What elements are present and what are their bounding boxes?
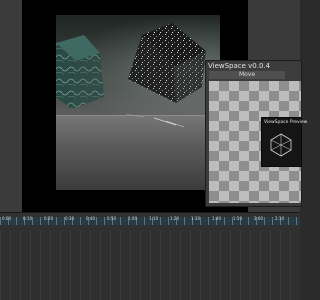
viewspace-preview[interactable]: ViewSpace Preview [261, 117, 307, 167]
left-panel-strip [0, 0, 22, 212]
ruler-label: 0:40 [86, 216, 95, 221]
ruler-label: 0:50 [107, 216, 116, 221]
ruler-label: 1:30 [191, 216, 200, 221]
marble-cube [56, 35, 104, 109]
hexagon-icon [270, 133, 292, 157]
light-streaks [125, 113, 185, 128]
ruler-label: 0:10 [23, 216, 32, 221]
timeline-tracks[interactable] [0, 231, 300, 300]
scene-objects [56, 23, 206, 128]
ruler-label: 0:20 [44, 216, 53, 221]
ruler-label: 1:10 [149, 216, 158, 221]
scene-render[interactable] [56, 15, 220, 190]
ruler-label: 2:10 [275, 216, 284, 221]
ruler-label: 1:20 [170, 216, 179, 221]
speckled-cube [128, 23, 206, 103]
ruler-label: 1:00 [128, 216, 137, 221]
ruler-label: 0:00 [2, 216, 11, 221]
ruler-label: 1:50 [233, 216, 242, 221]
ruler-label: 2:00 [254, 216, 263, 221]
ruler-label: 1:40 [212, 216, 221, 221]
preview-title: ViewSpace Preview [264, 120, 308, 125]
viewspace-title: ViewSpace v0.0.4 [208, 62, 271, 70]
timeline-ruler[interactable]: 0:00 0:10 0:20 0:30 0:40 0:50 1:00 1:10 … [0, 212, 300, 231]
move-button[interactable]: Move [209, 71, 285, 79]
ruler-label: 0:30 [65, 216, 74, 221]
